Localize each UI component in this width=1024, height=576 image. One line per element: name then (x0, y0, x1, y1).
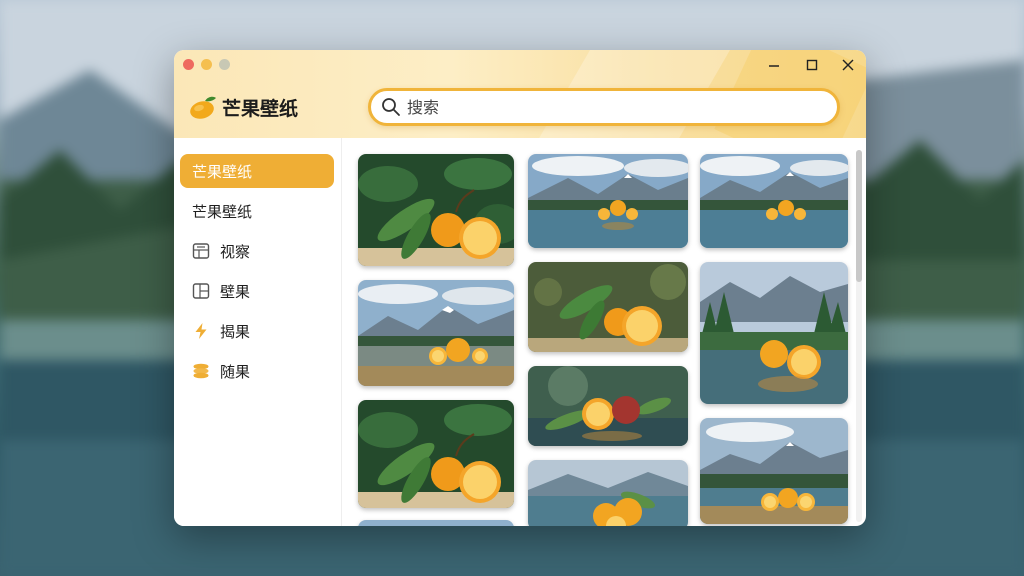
wallpaper-thumbnail[interactable] (528, 366, 688, 446)
wallpaper-gallery (344, 146, 854, 526)
layers-icon (193, 363, 209, 379)
gallery-scrollbar[interactable] (856, 150, 862, 522)
scrollbar-thumb[interactable] (856, 150, 862, 282)
lightning-icon (195, 323, 207, 339)
wallpaper-thumbnail[interactable] (528, 460, 688, 526)
brand: 芒果壁纸 (188, 92, 298, 122)
wallpaper-thumbnail[interactable] (358, 154, 514, 266)
sidebar-item-label: 随果 (220, 362, 251, 381)
sidebar-item-random[interactable]: 随果 (180, 354, 334, 388)
wallpaper-thumbnail[interactable] (358, 400, 514, 508)
title-bar: 芒果壁纸 (174, 50, 866, 138)
app-title: 芒果壁纸 (222, 97, 299, 120)
thumbnail-image (528, 460, 688, 526)
close-button[interactable] (836, 56, 860, 74)
thumbnail-image (358, 400, 514, 508)
wallpaper-thumbnail[interactable] (528, 262, 688, 352)
thumbnail-image (528, 366, 688, 446)
minimize-dot[interactable] (201, 59, 212, 70)
minimize-button[interactable] (762, 56, 786, 74)
thumbnail-image (358, 154, 514, 266)
search-icon (382, 98, 400, 116)
minimize-icon (769, 65, 779, 67)
close-dot[interactable] (183, 59, 194, 70)
sidebar-item-reveal[interactable]: 揭果 (180, 314, 334, 348)
search-bar[interactable] (368, 88, 840, 126)
thumbnail-image (700, 418, 848, 524)
maximize-button[interactable] (800, 56, 824, 74)
thumbnail-image (700, 154, 848, 248)
thumbnail-image (528, 262, 688, 352)
search-input[interactable] (407, 97, 837, 117)
sidebar-item-label: 壁果 (220, 282, 251, 301)
app-window: 芒果壁纸 芒果壁纸 芒果壁纸 视察 (174, 50, 866, 526)
thumbnail-image (528, 154, 688, 248)
wallpaper-thumbnail[interactable] (700, 154, 848, 248)
sidebar-item-mango-wallpaper[interactable]: 芒果壁纸 (180, 194, 334, 228)
wallpaper-thumbnail[interactable] (358, 280, 514, 386)
thumbnail-image (358, 280, 514, 386)
close-icon (842, 59, 854, 71)
sidebar-item-inspect[interactable]: 视察 (180, 234, 334, 268)
sidebar: 芒果壁纸 芒果壁纸 视察 壁果 揭果 随果 (174, 138, 342, 526)
zoom-dot[interactable] (219, 59, 230, 70)
layout-icon (192, 283, 210, 299)
sidebar-item-mango-wallpaper-active[interactable]: 芒果壁纸 (180, 154, 334, 188)
sidebar-item-label: 揭果 (220, 322, 251, 341)
wallpaper-thumbnail[interactable] (358, 520, 514, 526)
wallpaper-thumbnail[interactable] (700, 262, 848, 404)
wallpaper-thumbnail[interactable] (700, 418, 848, 524)
sidebar-item-wall[interactable]: 壁果 (180, 274, 334, 308)
sidebar-item-label: 芒果壁纸 (192, 202, 253, 221)
thumbnail-image (358, 520, 514, 526)
thumbnail-image (700, 262, 848, 404)
wallpaper-thumbnail[interactable] (528, 154, 688, 248)
sidebar-item-label: 芒果壁纸 (192, 162, 253, 181)
maximize-icon (806, 59, 818, 71)
grid-icon (192, 243, 210, 259)
sidebar-item-label: 视察 (220, 242, 251, 261)
mango-logo-icon (190, 96, 216, 119)
